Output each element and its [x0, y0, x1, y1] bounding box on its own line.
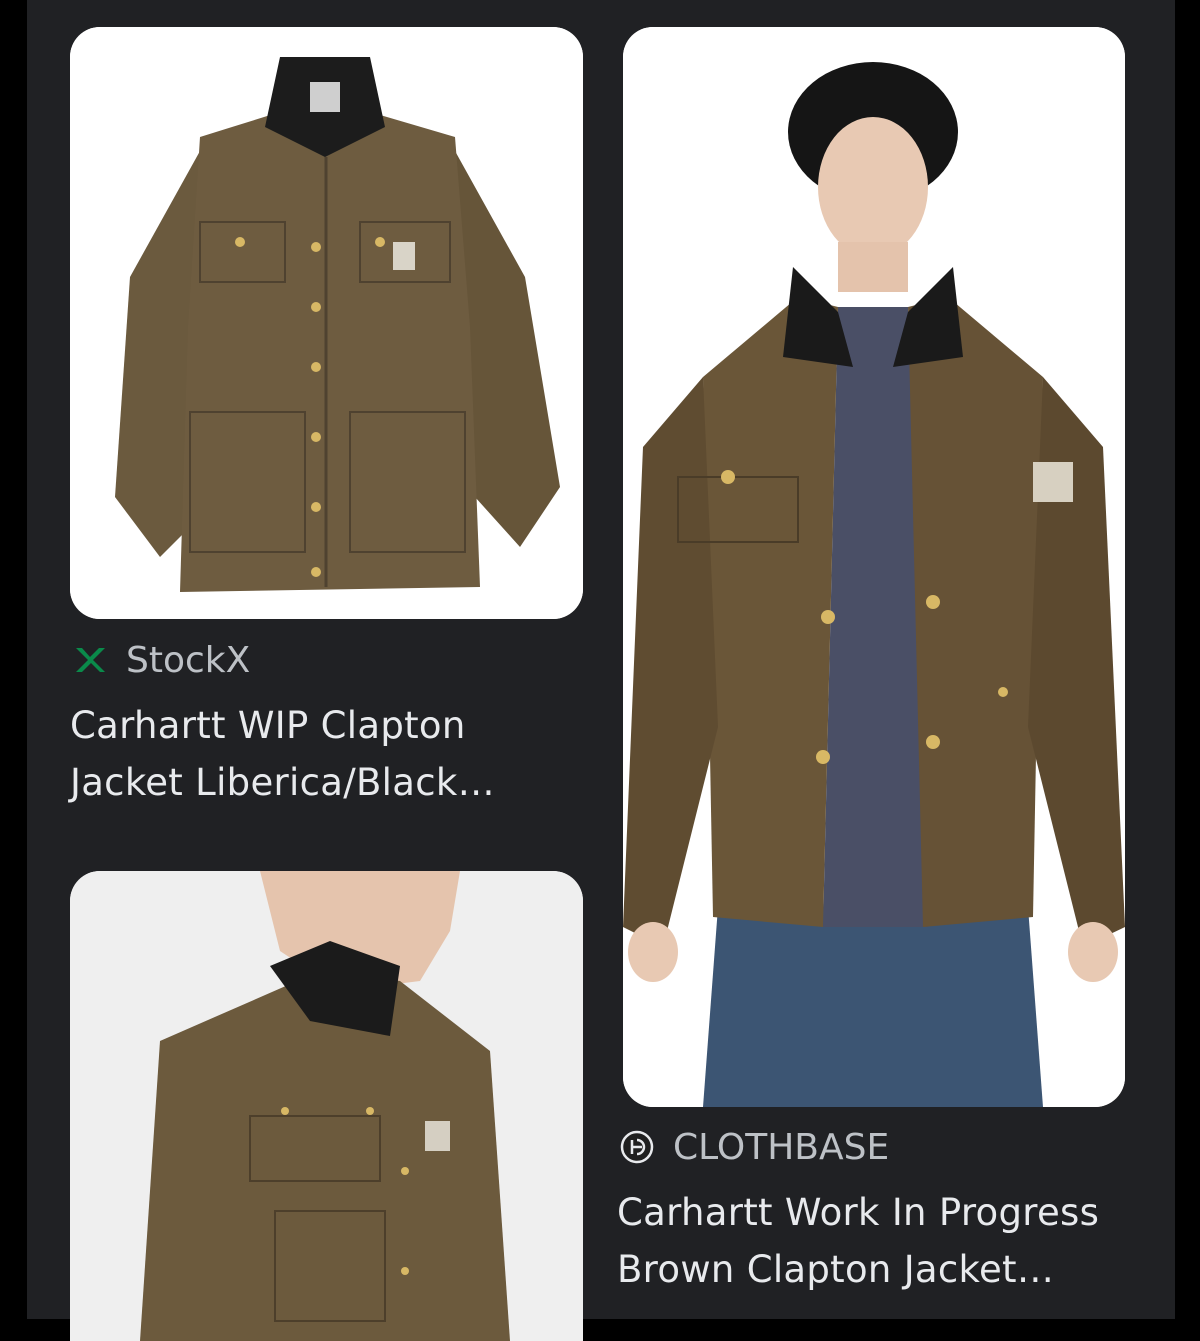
result-title-stockx[interactable]: Carhartt WIP Clapton Jacket Liberica/Bla…	[70, 697, 590, 811]
result-image-partial[interactable]	[70, 871, 583, 1341]
title-line: Carhartt WIP Clapton	[70, 704, 466, 747]
model-wearing-jacket-image	[623, 27, 1125, 1107]
jacket-side-view-image	[70, 871, 583, 1341]
jacket-flatlay-image	[70, 27, 583, 619]
result-source-stockx[interactable]: StockX	[70, 637, 250, 683]
source-label: StockX	[126, 639, 251, 681]
title-line: Carhartt Work In Progress	[617, 1191, 1100, 1234]
result-image-stockx[interactable]	[70, 27, 583, 619]
stockx-x-icon	[70, 640, 110, 680]
clothbase-logo-icon	[617, 1127, 657, 1167]
result-source-clothbase[interactable]: CLOTHBASE	[617, 1124, 889, 1170]
title-line: Brown Clapton Jacket…	[617, 1248, 1055, 1291]
title-line: Jacket Liberica/Black…	[70, 761, 495, 804]
result-image-clothbase[interactable]	[623, 27, 1125, 1107]
source-label: CLOTHBASE	[673, 1126, 890, 1168]
result-title-clothbase[interactable]: Carhartt Work In Progress Brown Clapton …	[617, 1184, 1157, 1298]
